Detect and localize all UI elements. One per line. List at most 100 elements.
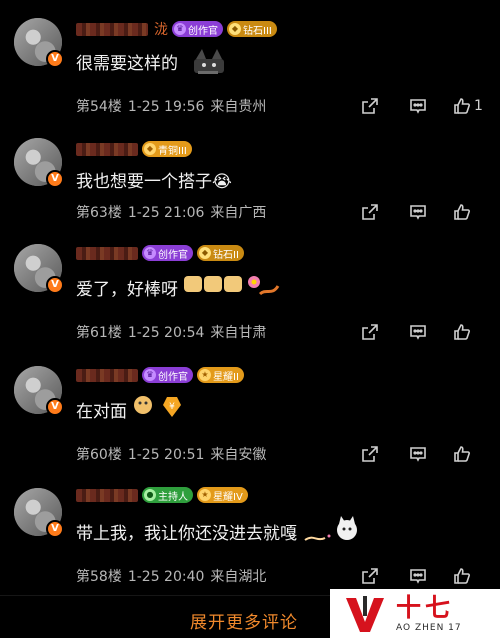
creator-badge: ♛ 创作官	[172, 21, 223, 37]
comment-icon[interactable]	[408, 566, 428, 586]
avatar[interactable]: V	[14, 18, 64, 68]
username[interactable]	[76, 488, 138, 502]
verified-icon: V	[46, 50, 64, 68]
username-suffix: 泷	[154, 22, 168, 38]
svg-text:¥: ¥	[169, 402, 175, 412]
comment-meta: 第61楼 1-25 20:54 来自甘肃	[76, 322, 266, 342]
username-row[interactable]: 泷 ♛ 创作官 ◆ 钻石III	[76, 20, 277, 38]
watermark-title: 十七	[396, 592, 455, 622]
creator-icon: ♛	[174, 23, 186, 35]
verified-icon: V	[46, 170, 64, 188]
comment-meta: 第54楼 1-25 19:56 来自贵州	[76, 96, 266, 116]
share-icon[interactable]	[360, 444, 380, 464]
clap-flower-sticker	[184, 270, 284, 305]
logo-mark-icon	[342, 595, 388, 632]
comment-actions	[360, 444, 500, 464]
comment-actions: 1	[360, 96, 500, 116]
floor-number: 第54楼	[76, 99, 122, 115]
host-icon: ●	[144, 489, 156, 501]
username-row[interactable]: ◆ 青铜III	[76, 140, 192, 158]
star-icon: ★	[199, 489, 211, 501]
creator-badge: ♛ 创作官	[142, 245, 193, 261]
like-icon[interactable]	[452, 202, 472, 222]
timestamp: 1-25 20:54	[127, 325, 205, 341]
location: 来自甘肃	[210, 325, 267, 341]
host-badge: ● 主持人	[142, 487, 193, 503]
like-icon[interactable]	[452, 566, 472, 586]
creator-icon: ♛	[144, 247, 156, 259]
bronze-icon: ◆	[144, 143, 156, 155]
share-icon[interactable]	[360, 566, 380, 586]
diamond-icon: ◆	[229, 23, 241, 35]
username[interactable]	[76, 246, 138, 260]
like-icon[interactable]	[452, 322, 472, 342]
username[interactable]	[76, 22, 148, 36]
timestamp: 1-25 20:40	[127, 569, 205, 585]
like-icon[interactable]	[452, 96, 472, 116]
doge-sticker: ¥	[133, 391, 203, 428]
comment-item: V ♛ 创作官 ★ 星耀II 在对面 ¥ 第60楼 1-25 20:51 来自安徽	[0, 352, 500, 476]
comment-text: 爱了，好棒呀	[76, 272, 284, 302]
comment-text: 很需要这样的	[76, 48, 232, 74]
cat-sticker	[184, 41, 232, 82]
creator-badge: ♛ 创作官	[142, 367, 193, 383]
comment-icon[interactable]	[408, 322, 428, 342]
comment-meta: 第58楼 1-25 20:40 来自湖北	[76, 566, 266, 586]
username[interactable]	[76, 368, 138, 382]
rank-badge: ◆ 钻石III	[227, 21, 277, 37]
comment-icon[interactable]	[408, 202, 428, 222]
cat-sticker	[303, 512, 363, 551]
avatar[interactable]: V	[14, 366, 64, 416]
comment-meta: 第60楼 1-25 20:51 来自安徽	[76, 444, 266, 464]
floor-number: 第58楼	[76, 569, 122, 585]
comment-icon[interactable]	[408, 96, 428, 116]
username-row[interactable]: ● 主持人 ★ 星耀IV	[76, 486, 248, 504]
avatar[interactable]: V	[14, 138, 64, 188]
comment-item: V ♛ 创作官 ◆ 钻石II 爱了，好棒呀 第61楼 1-25 20:54 来自甘肃	[0, 232, 500, 352]
comment-actions	[360, 566, 500, 586]
floor-number: 第63楼	[76, 205, 122, 221]
username-row[interactable]: ♛ 创作官 ★ 星耀II	[76, 366, 244, 384]
verified-icon: V	[46, 520, 64, 538]
star-icon: ★	[199, 369, 211, 381]
timestamp: 1-25 19:56	[127, 99, 205, 115]
floor-number: 第61楼	[76, 325, 122, 341]
rank-badge: ◆ 钻石II	[197, 245, 244, 261]
username[interactable]	[76, 142, 138, 156]
creator-icon: ♛	[144, 369, 156, 381]
avatar[interactable]: V	[14, 488, 64, 538]
comment-text: 我也想要一个搭子😭	[76, 171, 232, 192]
expand-more-comments-button[interactable]: 展开更多评论	[190, 608, 298, 633]
floor-number: 第60楼	[76, 447, 122, 463]
comment-item: V 泷 ♛ 创作官 ◆ 钻石III 很需要这样的 第54楼 1-25 19:56 来自贵…	[0, 0, 500, 120]
location: 来自贵州	[210, 99, 267, 115]
comment-actions	[360, 202, 500, 222]
rank-badge: ◆ 青铜III	[142, 141, 192, 157]
comment-icon[interactable]	[408, 444, 428, 464]
diamond-icon: ◆	[199, 247, 211, 259]
comment-item: V ◆ 青铜III 我也想要一个搭子😭 第63楼 1-25 21:06 来自广西	[0, 120, 500, 232]
like-count: 1	[474, 98, 483, 114]
location: 来自广西	[210, 205, 267, 221]
comment-text: 带上我，我让你还没进去就嘎	[76, 514, 363, 548]
verified-icon: V	[46, 276, 64, 294]
share-icon[interactable]	[360, 322, 380, 342]
timestamp: 1-25 21:06	[127, 205, 205, 221]
share-icon[interactable]	[360, 202, 380, 222]
comment-meta: 第63楼 1-25 21:06 来自广西	[76, 202, 266, 222]
location: 来自湖北	[210, 569, 267, 585]
watermark-subtitle: AO ZHEN 17	[396, 622, 462, 633]
timestamp: 1-25 20:51	[127, 447, 205, 463]
comment-item: V ● 主持人 ★ 星耀IV 带上我，我让你还没进去就嘎 第58楼 1-25 20:4…	[0, 476, 500, 594]
verified-icon: V	[46, 398, 64, 416]
rank-badge: ★ 星耀II	[197, 367, 244, 383]
rank-badge: ★ 星耀IV	[197, 487, 248, 503]
comment-actions	[360, 322, 500, 342]
location: 来自安徽	[210, 447, 267, 463]
comment-text: 在对面 ¥	[76, 394, 203, 424]
avatar[interactable]: V	[14, 244, 64, 294]
like-icon[interactable]	[452, 444, 472, 464]
share-icon[interactable]	[360, 96, 380, 116]
username-row[interactable]: ♛ 创作官 ◆ 钻石II	[76, 244, 244, 262]
watermark-logo: 十七 AO ZHEN 17	[330, 589, 500, 638]
